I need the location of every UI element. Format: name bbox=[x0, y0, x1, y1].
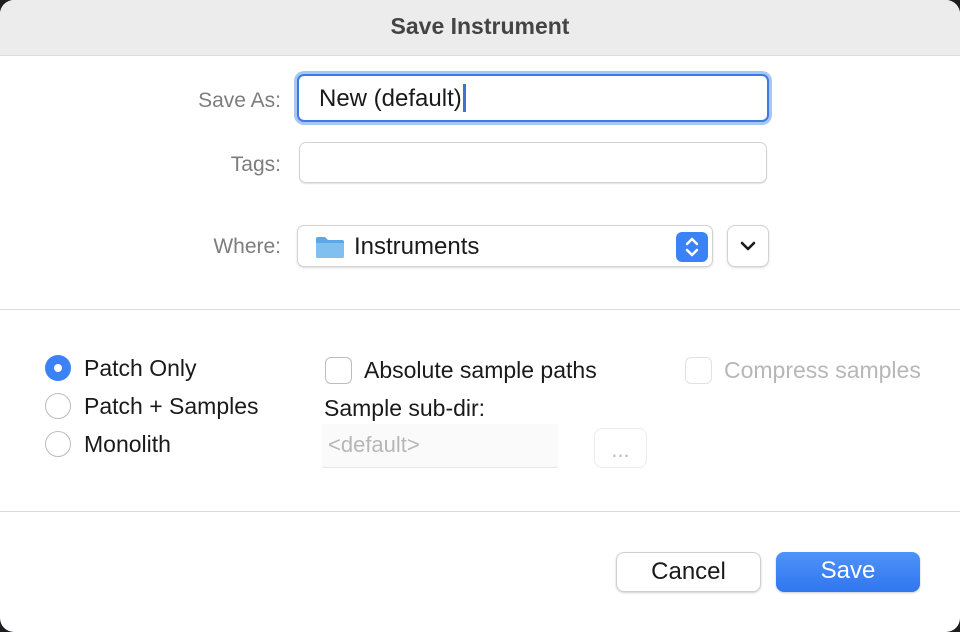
radio-patch-samples-label: Patch + Samples bbox=[84, 393, 259, 419]
save-as-value: New (default) bbox=[319, 84, 466, 113]
where-label: Where: bbox=[213, 235, 281, 258]
cancel-button[interactable]: Cancel bbox=[616, 552, 761, 592]
tags-field[interactable] bbox=[299, 142, 767, 183]
radio-patch-only-label: Patch Only bbox=[84, 355, 197, 381]
radio-patch-samples[interactable] bbox=[45, 393, 71, 419]
folder-icon bbox=[316, 237, 344, 258]
compress-samples-label: Compress samples bbox=[724, 357, 921, 383]
radio-patch-only[interactable] bbox=[45, 355, 71, 381]
expand-dialog-button[interactable] bbox=[727, 225, 769, 267]
dialog-title: Save Instrument bbox=[390, 13, 570, 39]
divider-bottom bbox=[0, 511, 960, 512]
browse-subdir-button: ... bbox=[594, 428, 647, 468]
divider-top bbox=[0, 309, 960, 310]
sample-subdir-field: <default> bbox=[322, 424, 558, 468]
save-as-label: Save As: bbox=[198, 89, 281, 112]
text-caret bbox=[462, 84, 466, 112]
absolute-sample-paths-label: Absolute sample paths bbox=[364, 357, 597, 383]
where-value: Instruments bbox=[354, 233, 480, 260]
save-as-field[interactable]: New (default) bbox=[297, 74, 769, 122]
save-button[interactable]: Save bbox=[776, 552, 920, 592]
chevron-down-icon bbox=[740, 241, 756, 251]
sample-subdir-label: Sample sub-dir: bbox=[324, 395, 486, 421]
popup-stepper-icon bbox=[676, 232, 708, 262]
radio-monolith-label: Monolith bbox=[84, 431, 171, 457]
absolute-sample-paths-checkbox[interactable] bbox=[325, 357, 352, 384]
where-popup[interactable]: Instruments bbox=[297, 225, 713, 267]
tags-label: Tags: bbox=[230, 153, 281, 176]
compress-samples-checkbox bbox=[685, 357, 712, 384]
save-instrument-dialog: Save Instrument Save As: New (default) T… bbox=[0, 0, 960, 632]
sample-subdir-placeholder: <default> bbox=[328, 432, 420, 457]
browse-subdir-label: ... bbox=[611, 437, 630, 462]
radio-monolith[interactable] bbox=[45, 431, 71, 457]
dialog-titlebar: Save Instrument bbox=[0, 0, 960, 56]
